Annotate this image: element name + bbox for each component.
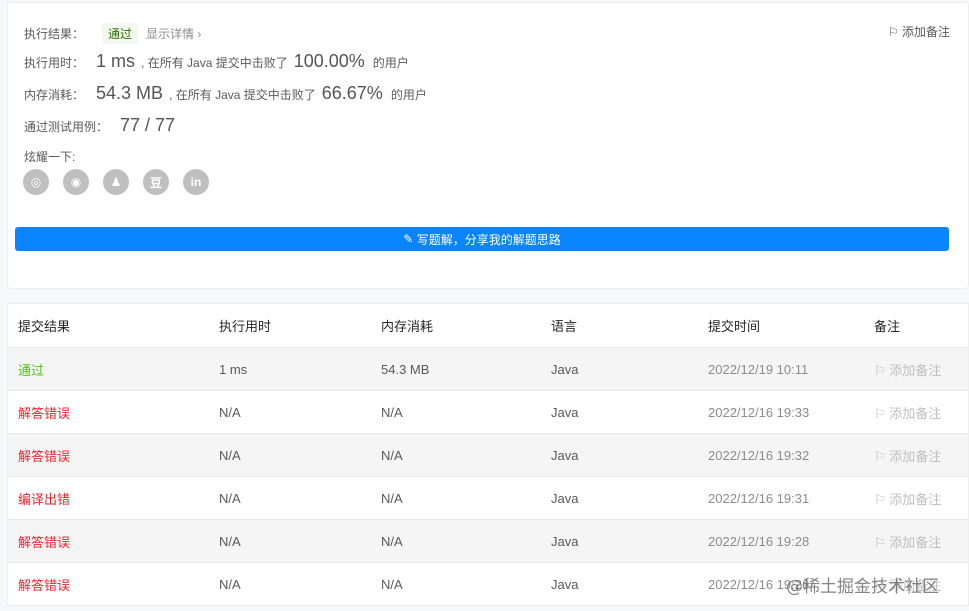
memory-cell: N/A (381, 533, 403, 549)
runtime-tail: 的用户 (372, 56, 409, 70)
status-badge: 通过 (102, 23, 139, 44)
flag-icon: ⚐ (874, 362, 890, 378)
memory-mid: , 在所有 Java 提交中击败了 (169, 88, 316, 102)
add-note-label: 添加备注 (901, 25, 950, 39)
runtime-cell: 1 ms (219, 361, 248, 377)
memory-tail: 的用户 (390, 88, 427, 102)
runtime-cell: N/A (219, 533, 241, 549)
memory-value: 54.3 MB (96, 83, 164, 103)
add-note-button[interactable]: ⚐ 添加备注 (888, 23, 950, 40)
date-cell: 2022/12/16 19:31 (708, 490, 810, 506)
table-row: 编译出错 N/A N/A Java 2022/12/16 19:31 ⚐ 添加备… (8, 476, 968, 519)
runtime-value: 1 ms (96, 51, 136, 71)
qq-icon[interactable]: ♟ (103, 169, 129, 195)
memory-pct: 66.67% (321, 83, 383, 103)
table-row: 解答错误 N/A N/A Java 2022/12/16 19:28 ⚐ 添加备… (8, 519, 968, 562)
submissions-table: 提交结果 执行用时 内存消耗 语言 提交时间 备注 通过 1 ms 54.3 M… (7, 303, 969, 606)
add-note-button[interactable]: ⚐ 添加备注 (874, 446, 941, 465)
language-cell: Java (551, 490, 579, 506)
runtime-mid: , 在所有 Java 提交中击败了 (141, 56, 288, 70)
runtime-pct: 100.00% (293, 51, 365, 71)
table-row: 通过 1 ms 54.3 MB Java 2022/12/19 10:11 ⚐ … (8, 347, 968, 390)
show-details-link[interactable]: 显示详情 › (146, 25, 201, 42)
add-note-label: 添加备注 (889, 405, 942, 421)
col-status: 提交结果 (18, 319, 71, 334)
add-note-button[interactable]: ⚐ 添加备注 (874, 532, 941, 551)
runtime-label: 执行用时： (24, 56, 85, 70)
share-label: 炫耀一下: (24, 150, 76, 164)
memory-cell: N/A (381, 404, 403, 420)
language-cell: Java (551, 361, 579, 377)
add-note-label: 添加备注 (889, 448, 942, 464)
social-share-icons: ◎ ◉ ♟ 豆 in (23, 169, 209, 195)
language-cell: Java (551, 576, 579, 592)
table-header: 提交结果 执行用时 内存消耗 语言 提交时间 备注 (8, 304, 968, 347)
runtime-cell: N/A (219, 447, 241, 463)
language-cell: Java (551, 404, 579, 420)
col-note: 备注 (874, 319, 901, 334)
language-cell: Java (551, 533, 579, 549)
tests-label: 通过测试用例： (24, 120, 109, 134)
submission-status-link[interactable]: 解答错误 (18, 532, 70, 551)
douban-icon[interactable]: 豆 (143, 169, 169, 195)
write-solution-label: 写题解，分享我的解题思路 (416, 232, 561, 247)
runtime-cell: N/A (219, 576, 241, 592)
result-label: 执行结果： (24, 27, 85, 41)
memory-cell: N/A (381, 576, 403, 592)
flag-icon: ⚐ (874, 405, 890, 421)
col-memory: 内存消耗 (381, 319, 434, 334)
submission-status-link[interactable]: 编译出错 (18, 489, 70, 508)
add-note-button[interactable]: ⚐ 添加备注 (874, 489, 941, 508)
write-solution-button[interactable]: ✎ 写题解，分享我的解题思路 (15, 227, 949, 251)
flag-icon: ⚐ (874, 534, 890, 550)
col-time: 提交时间 (708, 319, 761, 334)
add-note-button[interactable]: ⚐ 添加备注 (874, 403, 941, 422)
linkedin-icon[interactable]: in (183, 169, 209, 195)
table-row: 解答错误 N/A N/A Java 2022/12/16 19:33 ⚐ 添加备… (8, 390, 968, 433)
date-cell: 2022/12/16 19:32 (708, 447, 810, 463)
table-row: 解答错误 N/A N/A Java 2022/12/16 19:32 ⚐ 添加备… (8, 433, 968, 476)
language-cell: Java (551, 447, 579, 463)
submission-status-link[interactable]: 解答错误 (18, 403, 70, 422)
memory-cell: 54.3 MB (381, 361, 430, 377)
flag-icon: ⚐ (887, 25, 902, 39)
weibo-icon[interactable]: ◉ (63, 169, 89, 195)
runtime-cell: N/A (219, 490, 241, 506)
date-cell: 2022/12/16 19:33 (708, 404, 810, 420)
flag-icon: ⚐ (874, 448, 890, 464)
add-note-label: 添加备注 (889, 534, 942, 550)
memory-cell: N/A (381, 447, 403, 463)
submission-status-link[interactable]: 解答错误 (18, 446, 70, 465)
runtime-cell: N/A (219, 404, 241, 420)
tests-value: 77 / 77 (120, 115, 176, 135)
watermark: @稀土掘金技术社区 (786, 577, 939, 597)
add-note-button[interactable]: ⚐ 添加备注 (874, 360, 941, 379)
submission-status-link[interactable]: 通过 (18, 360, 44, 379)
pencil-icon: ✎ (403, 232, 417, 246)
add-note-label: 添加备注 (889, 362, 942, 378)
wechat-icon[interactable]: ◎ (23, 169, 49, 195)
submission-status-link[interactable]: 解答错误 (18, 575, 70, 594)
date-cell: 2022/12/16 19:28 (708, 533, 810, 549)
memory-label: 内存消耗： (24, 88, 85, 102)
flag-icon: ⚐ (874, 491, 890, 507)
add-note-label: 添加备注 (889, 491, 942, 507)
col-language: 语言 (551, 319, 578, 334)
col-runtime: 执行用时 (219, 319, 272, 334)
memory-cell: N/A (381, 490, 403, 506)
date-cell: 2022/12/19 10:11 (708, 361, 809, 377)
